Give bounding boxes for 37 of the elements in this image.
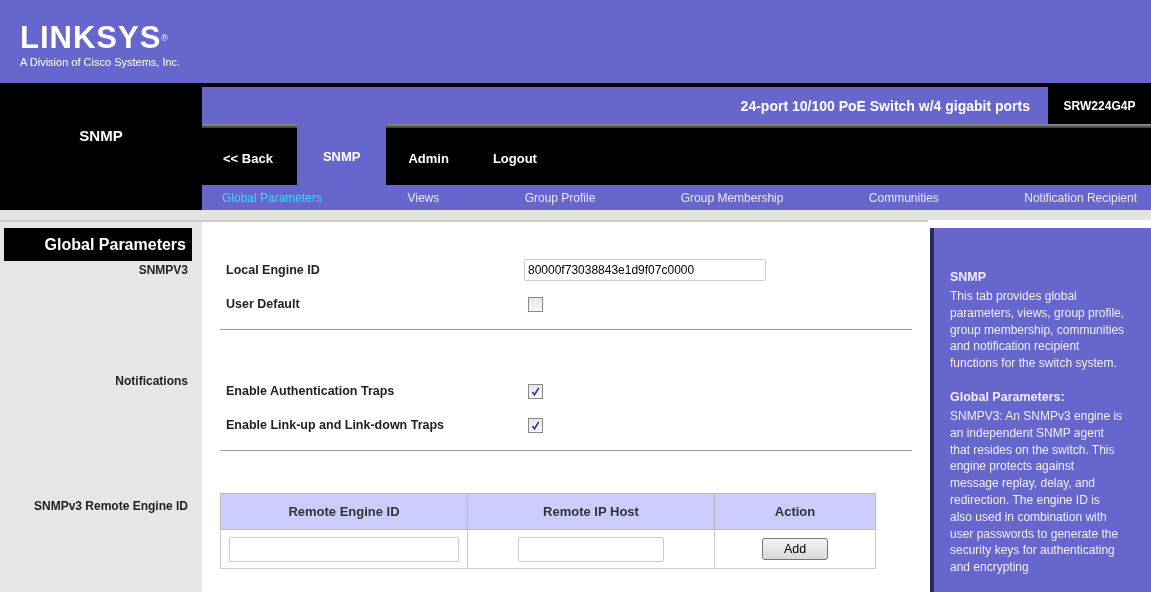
column-header: Remote Engine ID [220,493,468,530]
logo-tagline: A Division of Cisco Systems, Inc. [20,55,181,68]
nav-tab[interactable]: Admin [386,128,471,185]
remote-engine-id-field[interactable] [229,536,459,562]
subnav-link[interactable]: Group Membership [680,190,784,205]
help-heading: Global Parameters: [950,390,1066,404]
model-name: SRW224G4P [1062,97,1137,115]
section-label: SNMPV3 [138,263,188,277]
nav-tab[interactable]: Logout [470,128,559,185]
help-heading: SNMP [950,270,988,284]
subnav-link[interactable]: Notification Recipient [1024,190,1137,205]
remote-ip-host-field[interactable] [518,536,664,562]
section-label: Notifications [115,374,188,388]
engine-id-field[interactable]: 80000f73038843e1d9f07c0000 [524,259,766,281]
help-text: SNMPV3: An SNMPv3 engine is an independent SNMP agent that resides on the switch. This engine protects against message replay, delay, and redirection. The engine ID is also used in combination with user passwords to generate the security keys for authenticating and encrypting [950,408,1124,576]
field-label: Local Engine ID [226,263,321,277]
column-header: Remote IP Host [467,493,715,530]
checkbox[interactable] [528,417,543,433]
section-label: SNMPv3 Remote Engine ID [33,499,188,513]
add-button[interactable]: Add [762,538,828,560]
field-label: Enable Link-up and Link-down Traps [226,418,446,432]
product-description: 24-port 10/100 PoE Switch w/4 gigabit ports [740,97,1030,114]
nav-tab[interactable]: << Back [202,128,297,185]
page-title: Global Parameters [4,228,192,261]
subnav-link[interactable]: Communities [868,190,939,205]
help-text: This tab provides global parameters, views, group profile, group membership, communities and notification recipient functions for the switch system. [950,288,1125,372]
field-label: User Default [226,297,301,311]
checkbox[interactable] [528,383,543,399]
subnav-link[interactable]: Group Profile [524,190,596,205]
subnav-link[interactable]: Global Parameters [222,190,323,205]
column-header: Action [714,493,876,530]
checkbox[interactable] [528,296,543,312]
nav-tab[interactable]: SNMP [296,124,387,185]
section-title: SNMP [79,127,123,145]
subnav-link[interactable]: Views [407,190,440,205]
logo-wordmark: LINKSYS$^{®}$ [20,21,170,54]
field-label: Enable Authentication Traps [226,384,396,398]
